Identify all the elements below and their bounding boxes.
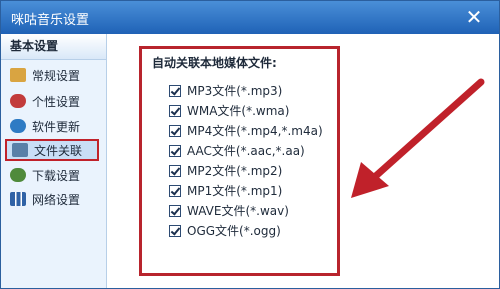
checkbox-checked-icon[interactable] bbox=[169, 224, 181, 237]
checkbox-label: AAC文件(*.aac,*.aa) bbox=[187, 144, 305, 158]
globe-icon bbox=[10, 119, 26, 133]
checkbox-checked-icon[interactable] bbox=[169, 144, 181, 157]
checkbox-wave[interactable]: WAVE文件(*.wav) bbox=[169, 201, 289, 220]
sidebar-item-personalize[interactable]: 个性设置 bbox=[5, 90, 99, 112]
sidebar-item-label: 软件更新 bbox=[32, 119, 81, 134]
checkbox-wma[interactable]: WMA文件(*.wma) bbox=[169, 101, 289, 120]
file-icon bbox=[12, 143, 28, 157]
checkbox-mp3[interactable]: MP3文件(*.mp3) bbox=[169, 81, 282, 100]
sidebar-item-label: 文件关联 bbox=[34, 143, 83, 158]
sidebar-item-label: 下载设置 bbox=[32, 168, 81, 183]
sidebar-header: 基本设置 bbox=[1, 34, 106, 60]
title-bar: 咪咕音乐设置 ✕ bbox=[1, 1, 499, 34]
checkbox-checked-icon[interactable] bbox=[169, 184, 181, 197]
checkbox-label: WMA文件(*.wma) bbox=[187, 104, 290, 118]
settings-sidebar: 基本设置 常规设置 个性设置 软件更新 文件关联 下载设置 网络设置 bbox=[1, 34, 107, 288]
settings-window: 咪咕音乐设置 ✕ 基本设置 常规设置 个性设置 软件更新 文件关联 下载设置 网… bbox=[0, 0, 500, 289]
checkbox-ogg[interactable]: OGG文件(*.ogg) bbox=[169, 221, 281, 240]
checkbox-checked-icon[interactable] bbox=[169, 124, 181, 137]
settings-content: 自动关联本地媒体文件: MP3文件(*.mp3) WMA文件(*.wma) MP… bbox=[107, 34, 499, 288]
checkbox-checked-icon[interactable] bbox=[169, 104, 181, 117]
sidebar-item-network[interactable]: 网络设置 bbox=[5, 188, 99, 210]
checkbox-aac[interactable]: AAC文件(*.aac,*.aa) bbox=[169, 141, 305, 160]
red-arrow-icon bbox=[351, 78, 485, 198]
checkbox-label: MP1文件(*.mp1) bbox=[187, 184, 283, 198]
association-title: 自动关联本地媒体文件: bbox=[152, 56, 277, 70]
sidebar-item-label: 常规设置 bbox=[32, 68, 81, 83]
sidebar-item-label: 网络设置 bbox=[32, 192, 81, 207]
gear-icon bbox=[10, 168, 26, 182]
checkbox-label: MP3文件(*.mp3) bbox=[187, 84, 283, 98]
network-bars-icon bbox=[10, 192, 26, 206]
close-icon[interactable]: ✕ bbox=[461, 5, 487, 29]
checkbox-label: OGG文件(*.ogg) bbox=[187, 224, 281, 238]
checkbox-label: MP2文件(*.mp2) bbox=[187, 164, 283, 178]
checkbox-checked-icon[interactable] bbox=[169, 204, 181, 217]
sidebar-item-update[interactable]: 软件更新 bbox=[5, 115, 99, 137]
checkbox-label: WAVE文件(*.wav) bbox=[187, 204, 289, 218]
checkbox-mp2[interactable]: MP2文件(*.mp2) bbox=[169, 161, 282, 180]
checkbox-label: MP4文件(*.mp4,*.m4a) bbox=[187, 124, 323, 138]
sidebar-item-download[interactable]: 下载设置 bbox=[5, 164, 99, 186]
sidebar-item-general[interactable]: 常规设置 bbox=[5, 64, 99, 86]
people-icon bbox=[10, 94, 26, 108]
checkbox-checked-icon[interactable] bbox=[169, 84, 181, 97]
checkbox-mp1[interactable]: MP1文件(*.mp1) bbox=[169, 181, 282, 200]
pencil-paper-icon bbox=[10, 68, 26, 82]
checkbox-checked-icon[interactable] bbox=[169, 164, 181, 177]
checkbox-mp4[interactable]: MP4文件(*.mp4,*.m4a) bbox=[169, 121, 323, 140]
file-association-panel: 自动关联本地媒体文件: MP3文件(*.mp3) WMA文件(*.wma) MP… bbox=[139, 46, 340, 276]
window-title: 咪咕音乐设置 bbox=[11, 13, 90, 28]
sidebar-item-label: 个性设置 bbox=[32, 94, 81, 109]
sidebar-item-file-association[interactable]: 文件关联 bbox=[5, 139, 99, 161]
